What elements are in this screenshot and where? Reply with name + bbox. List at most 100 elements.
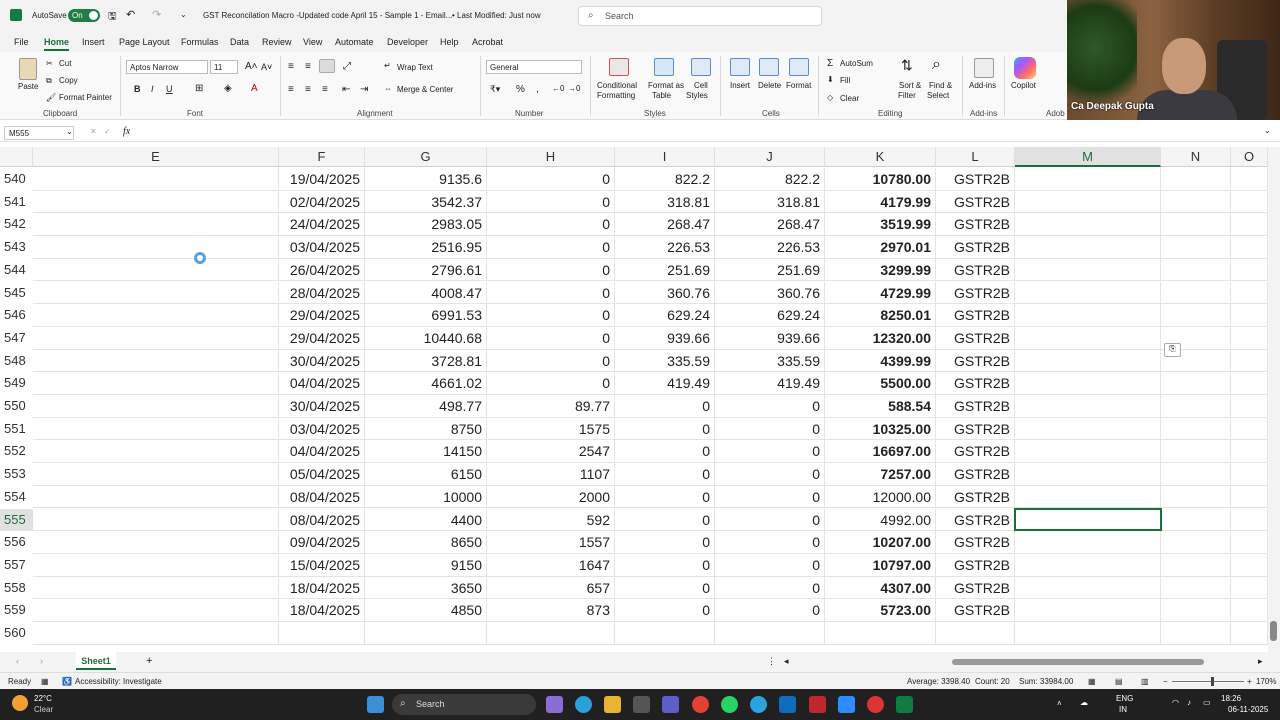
percent-icon[interactable]: %: [516, 84, 525, 95]
cell-empty[interactable]: [1231, 576, 1268, 600]
cell-l[interactable]: [936, 622, 1015, 645]
cell-f[interactable]: 30/04/2025: [279, 349, 365, 373]
redo-icon[interactable]: ↷: [152, 8, 161, 21]
sheet-tab-sheet1[interactable]: Sheet1: [76, 652, 116, 670]
cell-j[interactable]: 0: [715, 485, 825, 509]
cell-l[interactable]: GSTR2B: [936, 168, 1015, 191]
cell-i[interactable]: 939.66: [615, 326, 715, 350]
cell-empty[interactable]: [1015, 304, 1161, 327]
file-explorer-icon[interactable]: [604, 696, 621, 713]
cell-h[interactable]: 1107: [487, 463, 615, 486]
format-as-table-icon[interactable]: [654, 58, 674, 76]
cell-l[interactable]: GSTR2B: [936, 553, 1015, 577]
cell-l[interactable]: GSTR2B: [936, 395, 1015, 418]
cell-i[interactable]: 360.76: [615, 281, 715, 305]
cell-f[interactable]: 26/04/2025: [279, 258, 365, 282]
cell-j[interactable]: 0: [715, 463, 825, 486]
cell-g[interactable]: 2796.61: [365, 258, 487, 282]
outlook-icon[interactable]: [779, 696, 796, 713]
cell-l[interactable]: GSTR2B: [936, 440, 1015, 464]
cell-i[interactable]: 335.59: [615, 349, 715, 373]
insert-cells-button[interactable]: Insert: [730, 81, 750, 90]
cell-g[interactable]: 6150: [365, 463, 487, 486]
cell-empty[interactable]: [1231, 304, 1268, 327]
row-header[interactable]: 549: [0, 372, 33, 395]
increase-indent-icon[interactable]: ⇥: [360, 84, 368, 95]
cell-empty[interactable]: [1161, 258, 1231, 282]
cell-j[interactable]: 0: [715, 599, 825, 622]
cell-empty[interactable]: [1231, 485, 1268, 509]
start-menu-icon[interactable]: [367, 696, 384, 713]
cell-empty[interactable]: [1161, 576, 1231, 600]
row-header[interactable]: 548: [0, 350, 33, 373]
undo-icon[interactable]: ↶: [126, 8, 135, 21]
format-cells-icon[interactable]: [789, 58, 809, 76]
cell-l[interactable]: GSTR2B: [936, 213, 1015, 237]
font-color-icon[interactable]: A: [251, 83, 258, 94]
row-header[interactable]: 542: [0, 213, 33, 236]
cell-empty[interactable]: [1015, 258, 1161, 282]
cell-f[interactable]: 15/04/2025: [279, 553, 365, 577]
number-format-dropdown[interactable]: General: [486, 60, 582, 74]
expand-formula-icon[interactable]: ⌄: [1264, 126, 1271, 135]
cell-empty[interactable]: [1161, 304, 1231, 327]
autosave-toggle[interactable]: On: [68, 9, 100, 22]
cell-j[interactable]: 0: [715, 440, 825, 464]
cell-g[interactable]: 2983.05: [365, 213, 487, 237]
tab-data[interactable]: Data: [230, 37, 249, 47]
cell-k[interactable]: 588.54: [825, 395, 936, 418]
autosum-button[interactable]: AutoSum: [840, 59, 873, 68]
align-right-icon[interactable]: ≡: [322, 84, 328, 95]
column-header-f[interactable]: F: [279, 147, 365, 167]
bold-icon[interactable]: B: [134, 84, 141, 94]
cell-h[interactable]: 873: [487, 599, 615, 622]
merge-center-button[interactable]: Merge & Center: [397, 85, 453, 94]
language-region[interactable]: IN: [1119, 705, 1127, 714]
cell-f[interactable]: 24/04/2025: [279, 213, 365, 237]
cell-empty[interactable]: [1015, 326, 1161, 350]
cell-g[interactable]: 4850: [365, 599, 487, 622]
search-box[interactable]: ⌕ Search: [578, 6, 822, 26]
column-header-i[interactable]: I: [615, 147, 715, 167]
cell-g[interactable]: 2516.95: [365, 236, 487, 259]
cell-empty[interactable]: [33, 213, 279, 237]
wifi-icon[interactable]: ◠: [1172, 698, 1179, 707]
increase-decimal-icon[interactable]: ←0: [552, 84, 564, 93]
tab-insert[interactable]: Insert: [82, 37, 105, 47]
cell-l[interactable]: GSTR2B: [936, 258, 1015, 282]
sort-filter-label-1[interactable]: Sort &: [899, 81, 921, 90]
column-header-m[interactable]: M: [1015, 147, 1161, 167]
row-header[interactable]: 554: [0, 486, 33, 509]
cell-l[interactable]: GSTR2B: [936, 372, 1015, 395]
wrap-text-button[interactable]: Wrap Text: [397, 63, 433, 72]
cell-empty[interactable]: [1161, 463, 1231, 486]
row-header[interactable]: 551: [0, 418, 33, 441]
cell-f[interactable]: 05/04/2025: [279, 463, 365, 486]
cell-h[interactable]: 592: [487, 508, 615, 532]
cell-l[interactable]: GSTR2B: [936, 508, 1015, 532]
cell-empty[interactable]: [33, 168, 279, 191]
cell-h[interactable]: 0: [487, 213, 615, 237]
cell-empty[interactable]: [1015, 576, 1161, 600]
cell-i[interactable]: 419.49: [615, 372, 715, 395]
align-left-icon[interactable]: ≡: [288, 84, 294, 95]
cell-g[interactable]: 4661.02: [365, 372, 487, 395]
cell-l[interactable]: GSTR2B: [936, 304, 1015, 327]
cell-empty[interactable]: [1015, 168, 1161, 191]
last-modified[interactable]: • Last Modified: Just now: [452, 11, 541, 20]
status-average[interactable]: Average: 3398.40: [907, 677, 970, 686]
cell-empty[interactable]: [1161, 553, 1231, 577]
row-header[interactable]: 558: [0, 577, 33, 600]
cell-i[interactable]: 318.81: [615, 190, 715, 214]
cell-empty[interactable]: [1231, 440, 1268, 464]
cell-h[interactable]: 0: [487, 281, 615, 305]
cell-h[interactable]: 0: [487, 326, 615, 350]
cell-empty[interactable]: [1161, 213, 1231, 237]
cell-empty[interactable]: [1231, 508, 1268, 532]
prev-sheet-icon[interactable]: ‹: [16, 656, 19, 666]
cell-i[interactable]: 0: [615, 553, 715, 577]
zoom-in-icon[interactable]: +: [1247, 677, 1252, 686]
insert-cells-icon[interactable]: [730, 58, 750, 76]
cell-empty[interactable]: [33, 622, 279, 645]
horizontal-scroll-thumb[interactable]: [952, 659, 1204, 665]
